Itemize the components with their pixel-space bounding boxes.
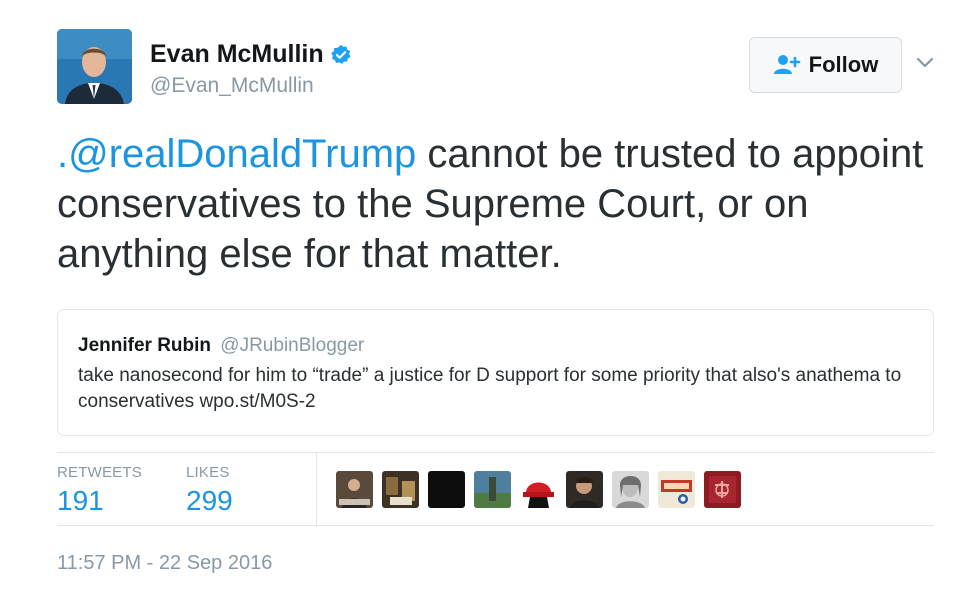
retweets-count[interactable]: 191: [57, 485, 142, 517]
stats-divider-top: [57, 452, 934, 453]
follow-label: Follow: [808, 52, 879, 77]
likes-count[interactable]: 299: [186, 485, 233, 517]
tweet-timestamp[interactable]: 11:57 PM - 22 Sep 2016: [57, 552, 272, 575]
author-avatar[interactable]: [57, 29, 132, 104]
liker-avatar[interactable]: [428, 471, 465, 508]
quoted-tweet[interactable]: Jennifer Rubin @JRubinBlogger take nanos…: [57, 309, 934, 436]
follow-button[interactable]: Follow: [749, 37, 902, 93]
liker-avatars: [336, 471, 741, 508]
avatar-portrait: [57, 29, 132, 104]
liker-avatar[interactable]: [474, 471, 511, 508]
author-name-row[interactable]: Evan McMullin: [150, 40, 352, 69]
quoted-tweet-text: take nanosecond for him to “trade” a jus…: [78, 365, 902, 412]
chevron-down-icon[interactable]: [913, 53, 937, 73]
author-name[interactable]: Evan McMullin: [150, 40, 324, 69]
liker-avatar[interactable]: [336, 471, 373, 508]
likes-stat[interactable]: LIKES 299: [186, 464, 233, 517]
retweets-stat[interactable]: RETWEETS 191: [57, 464, 142, 517]
liker-avatar[interactable]: [520, 471, 557, 508]
likes-label: LIKES: [186, 464, 230, 481]
liker-avatar[interactable]: [566, 471, 603, 508]
follow-user-icon: [773, 55, 800, 74]
verified-badge-icon: [330, 44, 351, 64]
liker-avatar[interactable]: [658, 471, 695, 508]
liker-avatar[interactable]: [612, 471, 649, 508]
mention-link[interactable]: .@realDonaldTrump: [57, 132, 416, 176]
tweet-text: .@realDonaldTrump cannot be trusted to a…: [57, 129, 957, 279]
author-handle[interactable]: @Evan_McMullin: [150, 74, 314, 98]
stats-vertical-divider: [316, 452, 317, 525]
quoted-author-handle: @JRubinBlogger: [220, 335, 365, 356]
quoted-tweet-header: Jennifer Rubin @JRubinBlogger: [78, 334, 913, 358]
liker-avatar[interactable]: [704, 471, 741, 508]
retweets-label: RETWEETS: [57, 464, 142, 481]
quoted-author-name: Jennifer Rubin: [78, 335, 212, 356]
stats-divider-bottom: [57, 525, 934, 526]
liker-avatar[interactable]: [382, 471, 419, 508]
